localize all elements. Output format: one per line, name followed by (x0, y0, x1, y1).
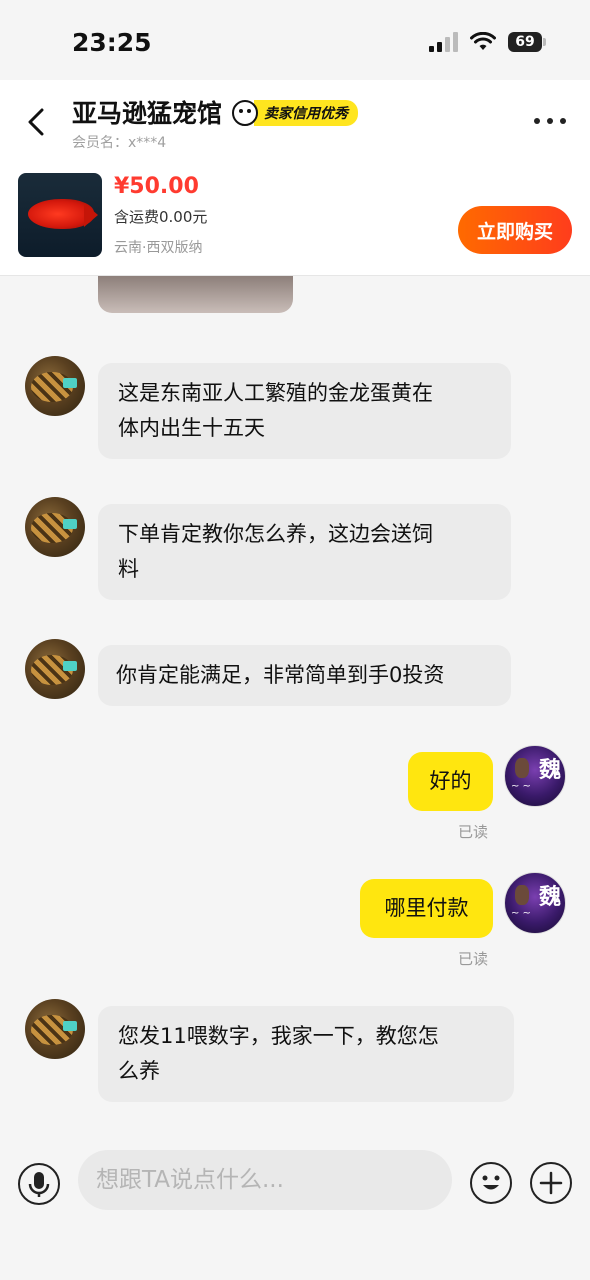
message-text: 料 (118, 557, 139, 581)
emoji-icon[interactable] (470, 1162, 512, 1204)
message-bubble: 你肯定能满足，非常简单到手0投资 (98, 645, 511, 706)
message-text: 体内出生十五天 (118, 416, 265, 440)
message-text: 您发11喂数字，我家一下，教您怎 (118, 1024, 439, 1048)
message-text: 你肯定能满足，非常简单到手0投资 (116, 663, 445, 687)
signal-icon (429, 32, 458, 52)
microphone-icon[interactable] (18, 1163, 60, 1205)
product-location: 云南·西双版纳 (114, 240, 203, 256)
chat-header: 亚马逊猛宠馆 卖家信用优秀 会员名：x***4 ¥50.00 含运费0.00元 … (0, 80, 590, 276)
shop-name[interactable]: 亚马逊猛宠馆 (72, 94, 222, 130)
seller-avatar[interactable] (25, 639, 85, 699)
shipping-fee: 含运费0.00元 (114, 208, 208, 226)
member-name: 会员名：x***4 (72, 135, 167, 151)
message-input[interactable] (78, 1150, 452, 1210)
message-bubble: 这是东南亚人工繁殖的金龙蛋黄在 体内出生十五天 (98, 363, 511, 459)
seller-avatar[interactable] (25, 356, 85, 416)
buy-now-button[interactable]: 立即购买 (458, 206, 572, 254)
product-price: ¥50.00 (114, 174, 199, 199)
plus-icon[interactable] (530, 1162, 572, 1204)
back-arrow-icon[interactable] (22, 102, 52, 142)
image-message[interactable] (98, 276, 293, 313)
message-bubble: 您发11喂数字，我家一下，教您怎 么养 (98, 1006, 514, 1102)
message-bubble: 下单肯定教你怎么养，这边会送饲 料 (98, 504, 511, 600)
credit-badge-label: 卖家信用优秀 (254, 100, 358, 126)
message-bubble-self: 好的 (408, 752, 493, 811)
message-text: 哪里付款 (384, 896, 469, 920)
message-text: 好的 (429, 769, 472, 793)
battery-icon: 69 (508, 32, 546, 52)
user-avatar[interactable]: 魏 ~ ~ (504, 745, 566, 807)
message-text: 下单肯定教你怎么养，这边会送饲 (118, 522, 433, 546)
wifi-icon (470, 32, 496, 50)
avatar-glyph: 魏 (538, 757, 561, 783)
message-text: 这是东南亚人工繁殖的金龙蛋黄在 (118, 381, 433, 405)
seller-avatar[interactable] (25, 999, 85, 1059)
more-options-icon[interactable] (534, 118, 566, 124)
product-thumbnail[interactable] (18, 173, 102, 257)
credit-badge: 卖家信用优秀 (232, 100, 358, 126)
smiley-icon (232, 100, 258, 126)
message-text: 么养 (118, 1059, 160, 1083)
avatar-glyph: 魏 (538, 884, 561, 910)
user-avatar[interactable]: 魏 ~ ~ (504, 872, 566, 934)
read-status: 已读 (458, 823, 489, 841)
message-bubble-self: 哪里付款 (360, 879, 493, 938)
status-bar: 23:25 69 (0, 0, 590, 80)
status-icons: 69 (429, 32, 546, 52)
input-bar (0, 1130, 590, 1280)
read-status: 已读 (458, 950, 489, 968)
status-time: 23:25 (72, 28, 152, 57)
seller-avatar[interactable] (25, 497, 85, 557)
battery-level: 69 (515, 34, 535, 50)
